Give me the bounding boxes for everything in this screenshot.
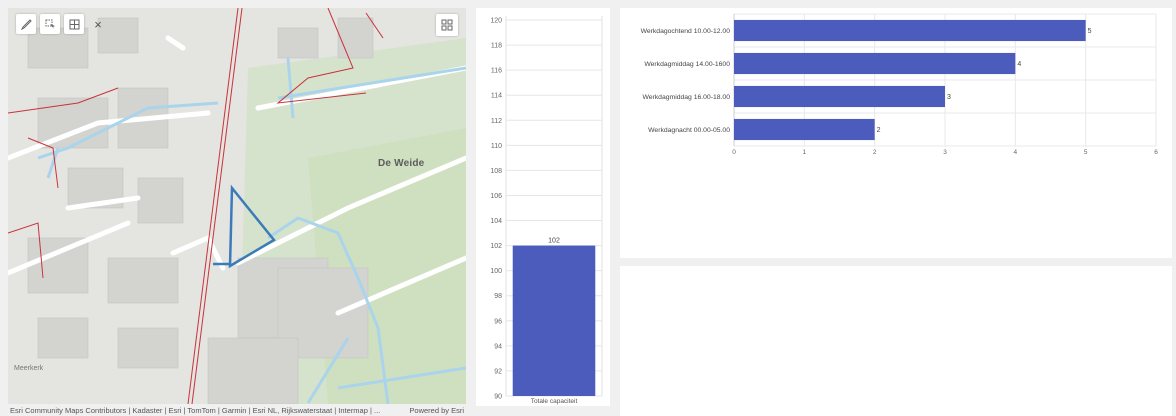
powered-by-esri-link[interactable]: Powered by Esri [409, 406, 464, 415]
x-tick-label: 5 [1084, 149, 1088, 156]
y-tick-label: 112 [491, 118, 502, 125]
data-label: 3 [947, 94, 951, 101]
x-tick-label: 2 [873, 149, 877, 156]
y-tick-label: 110 [491, 143, 502, 150]
bar [734, 85, 945, 108]
grid-select-icon[interactable] [64, 14, 84, 34]
y-tick-label: 116 [491, 68, 502, 75]
x-tick-label: 6 [1154, 149, 1158, 156]
y-tick-label: 114 [491, 93, 502, 100]
y-tick-label: 100 [490, 268, 502, 275]
y-tick-label: 104 [490, 218, 502, 225]
timeslot-chart-panel: 0 1 2 3 4 5 6 5 Werkdagochtend 10.00-12.00 4 Werkd… [620, 8, 1172, 258]
basemap[interactable] [8, 8, 466, 404]
y-category-label: Werkdagmiddag 14.00-1600 [644, 61, 730, 68]
x-tick-label: 0 [732, 149, 736, 156]
pencil-icon[interactable] [16, 14, 36, 34]
bar [734, 52, 1016, 75]
y-tick-label: 120 [490, 18, 502, 25]
map-toolbar: × [16, 14, 108, 34]
y-tick-label: 98 [494, 293, 502, 300]
y-category-label: Werkdagnacht 00.00-05.00 [648, 127, 730, 134]
data-label: 102 [548, 238, 560, 245]
map-attribution: Esri Community Maps Contributors | Kadas… [8, 404, 466, 416]
capacity-chart-panel: 90 92 94 96 98 100 102 104 106 108 110 112 114 116 118… [476, 8, 610, 406]
x-tick-label: 4 [1014, 149, 1018, 156]
y-tick-label: 90 [494, 394, 502, 401]
y-tick-label: 94 [494, 343, 502, 350]
y-category-label: Werkdagochtend 10.00-12.00 [641, 28, 731, 35]
empty-widget-panel [620, 266, 1172, 416]
y-category-label: Werkdagmiddag 16.00-18.00 [642, 94, 730, 101]
y-tick-label: 92 [494, 368, 502, 375]
bar [734, 19, 1086, 42]
close-icon[interactable]: × [88, 14, 108, 34]
bar [734, 118, 875, 141]
x-tick-label: 3 [943, 149, 947, 156]
data-label: 5 [1088, 28, 1092, 35]
place-label-de-weide: De Weide [378, 158, 425, 169]
map-view[interactable]: × De Weide Meerkerk [8, 8, 466, 404]
y-tick-label: 118 [491, 43, 502, 50]
attribution-text: Esri Community Maps Contributors | Kadas… [10, 405, 381, 415]
capacity-chart: 90 92 94 96 98 100 102 104 106 108 110 112 114 116 118… [490, 16, 603, 405]
x-tick-label: 1 [803, 149, 807, 156]
x-tick-label: Totale capaciteit [531, 398, 578, 405]
y-tick-label: 102 [490, 243, 502, 250]
place-label-meerkerk: Meerkerk [14, 365, 44, 372]
data-label: 2 [877, 127, 881, 134]
timeslot-chart: 0 1 2 3 4 5 6 5 Werkdagochtend 10.00-12.00 4 Werkd… [641, 13, 1158, 156]
bar [512, 245, 596, 396]
y-tick-label: 108 [490, 168, 502, 175]
data-label: 4 [1017, 61, 1021, 68]
dashboard: × De Weide Meerkerk Esri Community Maps … [0, 0, 1176, 416]
y-tick-label: 106 [490, 193, 502, 200]
y-tick-label: 96 [494, 318, 502, 325]
select-cursor-icon[interactable] [40, 14, 60, 34]
basemap-gallery-icon[interactable] [436, 14, 458, 36]
